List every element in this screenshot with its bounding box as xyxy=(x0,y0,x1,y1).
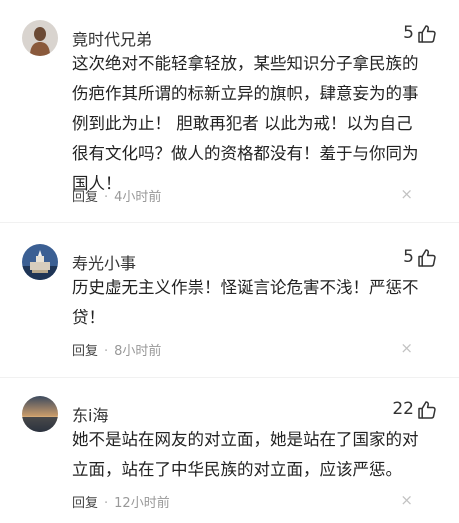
thumbs-up-icon[interactable] xyxy=(417,400,437,420)
separator-dot: · xyxy=(104,496,109,511)
close-icon[interactable]: × xyxy=(400,493,413,508)
reply-button[interactable]: 回复 xyxy=(72,496,98,511)
avatar-image xyxy=(22,396,58,432)
comment-meta: 回复 · 12小时前 xyxy=(72,492,170,511)
comment-item: 东i海 22 她不是站在网友的对立面，她是站在了国家的对 立面，站在了中华民族的… xyxy=(0,0,459,523)
comment-text: 她不是站在网友的对立面，她是站在了国家的对 立面，站在了中华民族的对立面，应该严… xyxy=(72,425,422,485)
timestamp: 12小时前 xyxy=(114,496,170,511)
avatar[interactable] xyxy=(22,396,58,432)
like-count: 22 xyxy=(392,399,414,419)
comment-line: 立面，站在了中华民族的对立面，应该严惩。 xyxy=(72,460,402,479)
comment-line: 她不是站在网友的对立面，她是站在了国家的对 xyxy=(72,430,419,449)
username[interactable]: 东i海 xyxy=(72,402,108,426)
